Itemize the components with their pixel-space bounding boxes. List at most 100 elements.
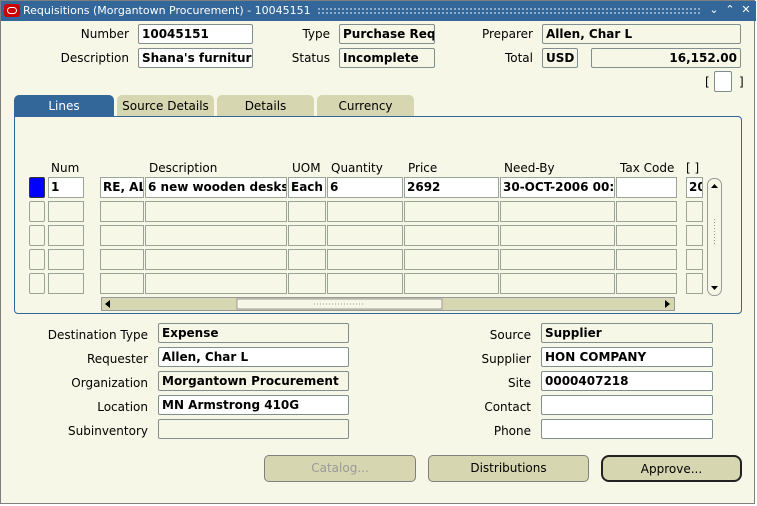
destination-type-label: Destination Type	[47, 328, 148, 342]
line-quantity-cell[interactable]	[327, 273, 403, 294]
line-price-cell[interactable]	[404, 201, 499, 222]
column-header-description: Description	[149, 161, 218, 175]
line-price-cell[interactable]	[404, 249, 499, 270]
line-description-cell[interactable]	[145, 249, 287, 270]
status-field[interactable]: Incomplete	[339, 48, 435, 68]
row-indicator[interactable]	[29, 273, 45, 294]
phone-field[interactable]	[541, 419, 713, 439]
destination-type-field[interactable]: Expense	[158, 323, 349, 343]
type-label: Type	[302, 27, 330, 41]
line-dff-cell[interactable]	[686, 201, 703, 222]
line-uom-cell[interactable]: Each	[288, 177, 326, 198]
line-tax-code-cell[interactable]	[616, 225, 677, 246]
line-description-cell[interactable]	[145, 273, 287, 294]
line-uom-cell[interactable]	[288, 249, 326, 270]
window-title: Requisitions (Morgantown Procurement) - …	[23, 4, 311, 17]
dff-close-bracket: ]	[739, 75, 744, 89]
column-header-price: Price	[408, 161, 438, 175]
line-need-by-cell[interactable]	[500, 225, 615, 246]
line-uom-cell[interactable]	[288, 201, 326, 222]
line-item-cell[interactable]	[100, 201, 144, 222]
minimize-icon[interactable]: ⌄	[708, 4, 720, 16]
line-dff-cell[interactable]	[686, 249, 703, 270]
line-quantity-cell[interactable]	[327, 201, 403, 222]
supplier-label: Supplier	[481, 352, 531, 366]
tab-lines[interactable]: Lines	[14, 95, 114, 117]
line-dff-cell[interactable]	[686, 225, 703, 246]
status-label: Status	[291, 51, 330, 65]
row-indicator[interactable]	[29, 201, 45, 222]
row-indicator[interactable]	[29, 225, 45, 246]
line-need-by-cell[interactable]	[500, 249, 615, 270]
currency-field[interactable]: USD	[542, 48, 578, 68]
vertical-scrollbar[interactable]	[707, 178, 722, 296]
catalog-button[interactable]: Catalog...	[264, 455, 416, 482]
requester-field[interactable]: Allen, Char L	[158, 347, 349, 367]
line-tax-code-cell[interactable]	[616, 273, 677, 294]
close-icon[interactable]: ✕	[740, 4, 752, 16]
line-num-cell[interactable]	[48, 201, 84, 222]
location-field[interactable]: MN Armstrong 410G	[158, 395, 349, 415]
line-tax-code-cell[interactable]	[616, 177, 677, 198]
site-field[interactable]: 0000407218	[541, 371, 713, 391]
total-field[interactable]: 16,152.00	[591, 48, 741, 68]
source-label: Source	[489, 328, 531, 342]
line-need-by-cell[interactable]: 30-OCT-2006 00:00	[500, 177, 615, 198]
line-num-cell[interactable]	[48, 225, 84, 246]
line-uom-cell[interactable]	[288, 225, 326, 246]
column-header-quantity: Quantity	[331, 161, 383, 175]
row-indicator[interactable]	[29, 249, 45, 270]
total-label: Total	[504, 51, 533, 65]
vertical-scrollbar-graphic	[711, 184, 718, 290]
line-description-cell[interactable]	[145, 201, 287, 222]
contact-field[interactable]	[541, 395, 713, 415]
line-item-cell[interactable]: RE, ALI	[100, 177, 144, 198]
header-dff-field[interactable]	[714, 71, 732, 92]
tab-currency[interactable]: Currency	[317, 95, 414, 117]
source-field[interactable]: Supplier	[541, 323, 713, 343]
scroll-right-arrow-icon	[665, 300, 670, 308]
line-description-cell[interactable]: 6 new wooden desks,	[145, 177, 287, 198]
line-item-cell[interactable]	[100, 273, 144, 294]
line-tax-code-cell[interactable]	[616, 201, 677, 222]
line-quantity-cell[interactable]	[327, 249, 403, 270]
line-price-cell[interactable]: 2692	[404, 177, 499, 198]
location-label: Location	[97, 400, 148, 414]
type-field[interactable]: Purchase Requ	[339, 24, 435, 44]
line-uom-cell[interactable]	[288, 273, 326, 294]
line-price-cell[interactable]	[404, 273, 499, 294]
line-need-by-cell[interactable]	[500, 201, 615, 222]
line-num-cell[interactable]	[48, 249, 84, 270]
maximize-icon[interactable]: ⌃	[724, 4, 736, 16]
distributions-button[interactable]: Distributions	[428, 455, 589, 482]
organization-field[interactable]: Morgantown Procurement	[158, 371, 349, 391]
line-item-cell[interactable]	[100, 249, 144, 270]
line-dff-cell[interactable]	[686, 273, 703, 294]
tab-details[interactable]: Details	[217, 95, 314, 117]
horizontal-scrollbar[interactable]	[101, 297, 675, 311]
supplier-field[interactable]: HON COMPANY	[541, 347, 713, 367]
line-need-by-cell[interactable]	[500, 273, 615, 294]
line-num-cell[interactable]: 1	[48, 177, 84, 198]
phone-label: Phone	[493, 424, 531, 438]
line-dff-cell[interactable]: 20	[686, 177, 703, 198]
line-description-cell[interactable]	[145, 225, 287, 246]
line-quantity-cell[interactable]: 6	[327, 177, 403, 198]
preparer-field[interactable]: Allen, Char L	[542, 24, 741, 44]
line-tax-code-cell[interactable]	[616, 249, 677, 270]
line-quantity-cell[interactable]	[327, 225, 403, 246]
approve-button[interactable]: Approve...	[601, 455, 742, 482]
tab-source-details[interactable]: Source Details	[117, 95, 214, 117]
dff-open-bracket: [	[705, 75, 710, 89]
number-label: Number	[80, 27, 129, 41]
line-price-cell[interactable]	[404, 225, 499, 246]
number-field[interactable]: 10045151	[138, 24, 253, 44]
line-item-cell[interactable]	[100, 225, 144, 246]
title-bar[interactable]: Requisitions (Morgantown Procurement) - …	[1, 1, 756, 21]
title-bar-grip	[317, 7, 701, 16]
row-indicator-current[interactable]	[29, 177, 45, 198]
subinventory-field[interactable]	[158, 419, 349, 439]
oracle-app-icon[interactable]	[4, 4, 20, 17]
description-field[interactable]: Shana's furniture	[138, 48, 253, 68]
line-num-cell[interactable]	[48, 273, 84, 294]
